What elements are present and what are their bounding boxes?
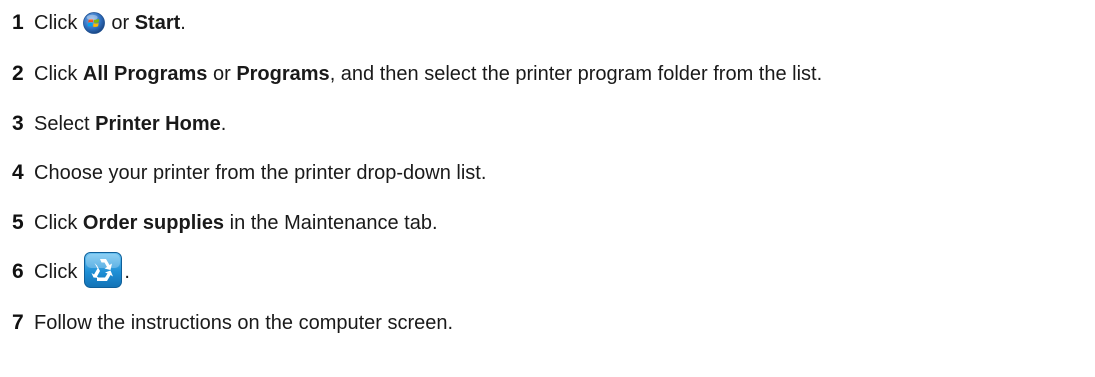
step-text: Select Printer Home . bbox=[34, 112, 226, 136]
step-text: Choose your printer from the printer dro… bbox=[34, 161, 486, 185]
step-7: 7 Follow the instructions on the compute… bbox=[12, 306, 453, 340]
programs-label: Programs bbox=[236, 63, 330, 85]
step-number: 6 bbox=[12, 260, 24, 283]
step-text-segment: . bbox=[180, 12, 186, 34]
step-text-segment: or bbox=[212, 63, 231, 85]
step-text: Click or Start . bbox=[34, 11, 186, 35]
order-supplies-label: Order supplies bbox=[82, 212, 225, 234]
step-text-segment: Follow the instructions on the computer … bbox=[34, 312, 454, 334]
step-number: 1 bbox=[12, 11, 24, 34]
windows-start-orb-icon bbox=[83, 12, 106, 34]
step-5: 5 Click Order supplies in the Maintenanc… bbox=[12, 206, 438, 240]
start-label: Start bbox=[134, 12, 181, 34]
step-number: 5 bbox=[12, 211, 24, 234]
step-text: Click . bbox=[34, 252, 130, 290]
step-4: 4 Choose your printer from the printer d… bbox=[12, 156, 486, 190]
step-6: 6 Click . bbox=[12, 252, 130, 290]
step-2: 2 Click All Programs or Programs , and t… bbox=[12, 57, 822, 91]
recycle-supplies-icon bbox=[84, 252, 123, 288]
step-text-segment: Click bbox=[34, 212, 78, 234]
step-number: 4 bbox=[12, 161, 24, 184]
step-text-segment: Click bbox=[34, 12, 78, 34]
step-text: Follow the instructions on the computer … bbox=[34, 311, 453, 335]
step-text: Click All Programs or Programs , and the… bbox=[34, 62, 822, 86]
step-text-segment: Select bbox=[34, 113, 90, 135]
step-text-segment: . bbox=[220, 113, 227, 135]
step-text-segment: Choose your printer from the printer dro… bbox=[34, 162, 487, 184]
step-text: Click Order supplies in the Maintenance … bbox=[34, 211, 438, 235]
step-text-segment: . bbox=[124, 261, 130, 283]
step-number: 3 bbox=[12, 112, 24, 135]
step-3: 3 Select Printer Home . bbox=[12, 107, 226, 141]
instruction-steps: 1 Click or Start . 2 Click All Programs … bbox=[0, 0, 1095, 377]
step-text-segment: or bbox=[111, 12, 130, 34]
all-programs-label: All Programs bbox=[82, 63, 208, 85]
step-1: 1 Click or Start . bbox=[12, 6, 186, 40]
step-text-segment: in the Maintenance tab. bbox=[229, 212, 438, 234]
printer-home-label: Printer Home bbox=[95, 113, 221, 135]
step-text-segment: Click bbox=[34, 261, 78, 283]
step-number: 2 bbox=[12, 62, 24, 85]
step-text-segment: , and then select the printer program fo… bbox=[329, 63, 823, 85]
step-text-segment: Click bbox=[34, 63, 78, 85]
step-number: 7 bbox=[12, 311, 24, 334]
